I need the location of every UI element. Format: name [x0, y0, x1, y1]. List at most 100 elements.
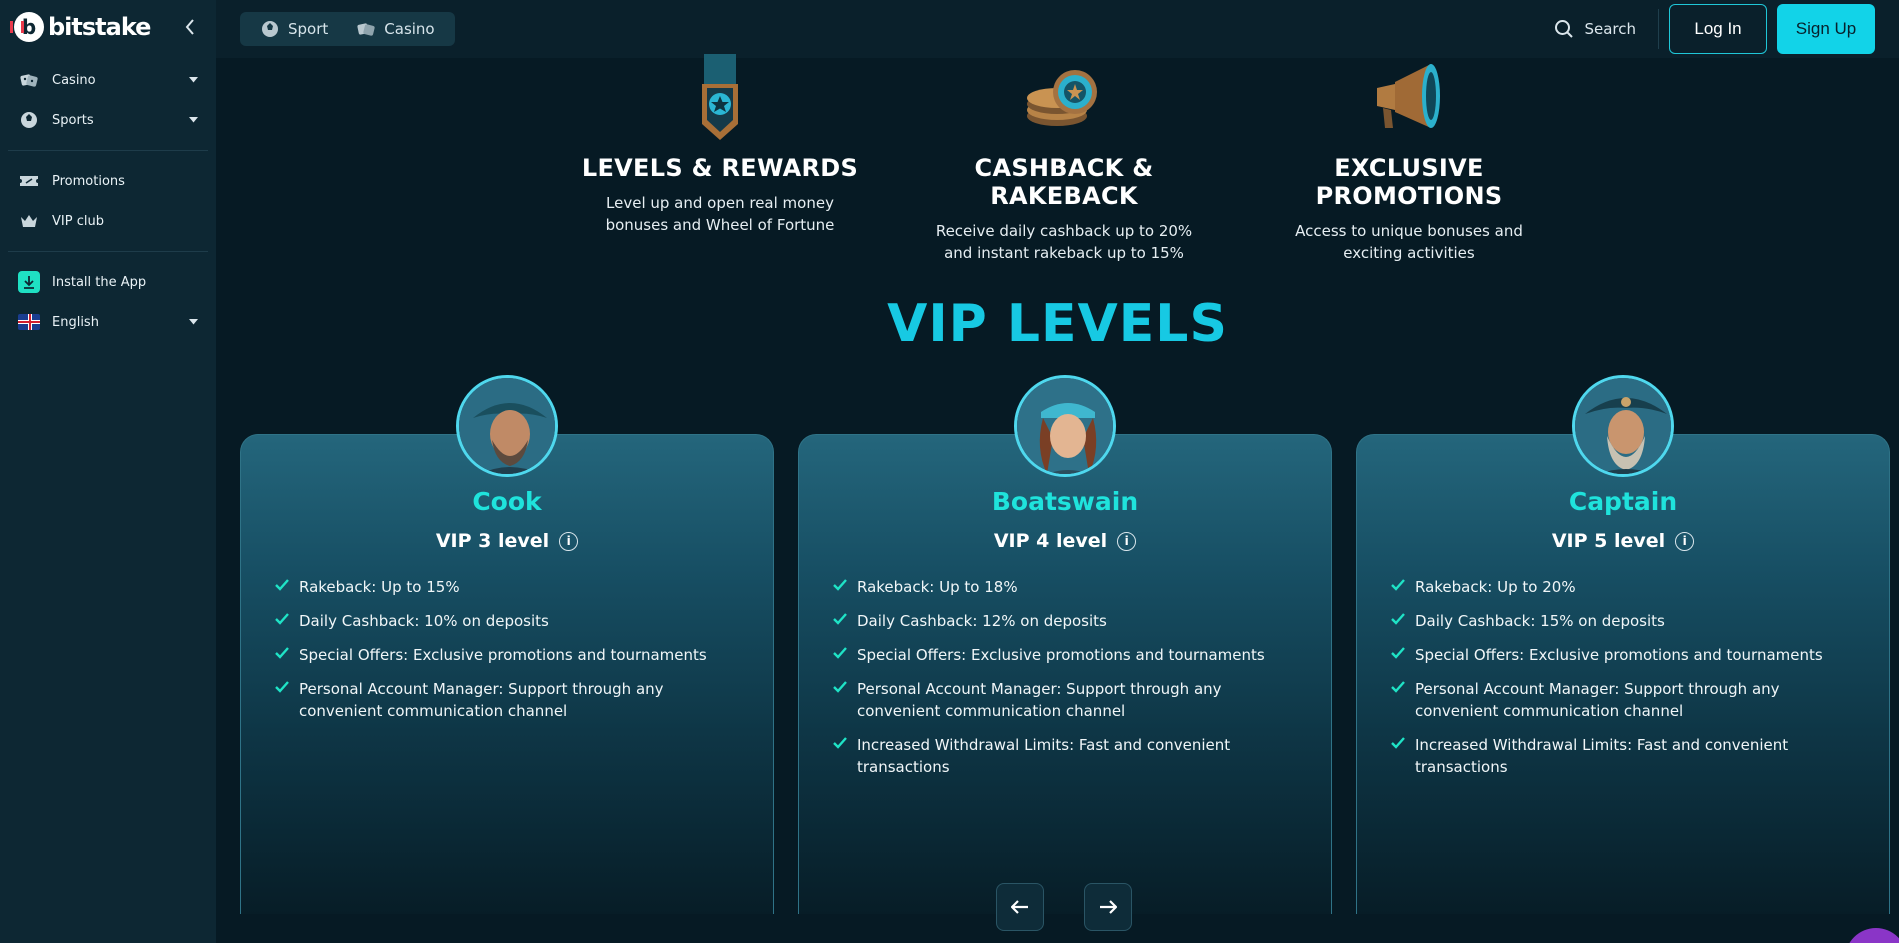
pirate-cook-avatar — [456, 375, 558, 477]
logo-row: b bitstake — [0, 0, 216, 54]
tab-label: Casino — [384, 20, 435, 38]
perk-text: Daily Cashback: 12% on deposits — [857, 612, 1107, 630]
medal-icon — [560, 54, 880, 148]
check-icon — [833, 681, 847, 693]
feature-text: Level up and open real money bonuses and… — [605, 194, 835, 234]
logo-text: bitstake — [48, 13, 151, 41]
language-selector[interactable]: English — [8, 302, 208, 342]
sidebar-item-sports[interactable]: Sports — [8, 100, 208, 140]
info-icon[interactable]: i — [1675, 531, 1695, 551]
check-icon — [1391, 647, 1405, 659]
login-button[interactable]: Log In — [1669, 4, 1767, 54]
sidebar-divider — [8, 251, 208, 252]
topbar-actions: Search Log In Sign Up — [1542, 4, 1875, 54]
sidebar: b bitstake Casino Sports Promotions VIP … — [0, 0, 216, 943]
sidebar-divider — [8, 150, 208, 151]
vip-rank-name: Cook — [472, 487, 542, 516]
check-icon — [1391, 681, 1405, 693]
dice-icon — [357, 23, 375, 36]
sidebar-item-label: Install the App — [52, 274, 147, 290]
sidebar-item-label: Promotions — [52, 173, 125, 189]
search-button[interactable]: Search — [1542, 19, 1648, 39]
sidebar-item-label: VIP club — [52, 213, 104, 229]
search-label: Search — [1584, 20, 1636, 38]
sidebar-item-casino[interactable]: Casino — [8, 60, 208, 100]
perk-item: Daily Cashback: 15% on deposits — [1391, 610, 1849, 632]
prev-button[interactable] — [996, 883, 1044, 931]
perk-text: Special Offers: Exclusive promotions and… — [857, 646, 1265, 664]
perk-item: Special Offers: Exclusive promotions and… — [1391, 644, 1849, 666]
vip-level-card-cook: Cook VIP 3 level i Rakeback: Up to 15% D… — [240, 375, 774, 914]
vip-level-row: VIP 3 level i — [241, 530, 773, 552]
feature-text: Receive daily cashback up to 20% and ins… — [935, 222, 1193, 262]
perk-text: Increased Withdrawal Limits: Fast and co… — [1415, 736, 1789, 776]
sidebar-item-promotions[interactable]: Promotions — [8, 161, 208, 201]
check-icon — [275, 647, 289, 659]
perk-item: Personal Account Manager: Support throug… — [275, 678, 733, 722]
perk-item: Rakeback: Up to 18% — [833, 576, 1291, 598]
sidebar-item-install-app[interactable]: Install the App — [8, 262, 208, 302]
chevron-left-icon — [185, 19, 194, 35]
perk-text: Personal Account Manager: Support throug… — [857, 680, 1222, 720]
download-icon — [18, 271, 40, 293]
sport-casino-switch: Sport Casino — [240, 12, 455, 46]
live-chat-button[interactable] — [1845, 928, 1899, 943]
perk-list: Rakeback: Up to 15% Daily Cashback: 10% … — [275, 576, 773, 722]
feature-levels-rewards: LEVELS & REWARDS Level up and open real … — [560, 54, 880, 236]
perk-text: Daily Cashback: 15% on deposits — [1415, 612, 1665, 630]
check-icon — [275, 579, 289, 591]
vip-level-card-boatswain: Boatswain VIP 4 level i Rakeback: Up to … — [798, 375, 1332, 914]
tab-casino[interactable]: Casino — [342, 12, 448, 46]
ball-icon — [262, 21, 278, 37]
megaphone-icon — [1249, 58, 1569, 148]
uk-flag-icon-wrap — [18, 311, 40, 333]
perk-text: Personal Account Manager: Support throug… — [299, 680, 664, 720]
info-icon[interactable]: i — [1117, 531, 1137, 551]
vip-levels-title: VIP LEVELS — [887, 294, 1228, 354]
ticket-icon — [18, 170, 40, 192]
language-label: English — [52, 314, 99, 330]
caret-down-icon — [188, 317, 198, 327]
logo-mark-icon: b — [10, 12, 44, 42]
perk-item: Increased Withdrawal Limits: Fast and co… — [833, 734, 1291, 778]
vip-level-row: VIP 4 level i — [799, 530, 1331, 552]
check-icon — [1391, 737, 1405, 749]
pirate-boatswain-avatar — [1014, 375, 1116, 477]
topbar-divider — [1658, 9, 1659, 49]
perk-item: Rakeback: Up to 15% — [275, 576, 733, 598]
feature-title: EXCLUSIVE PROMOTIONS — [1315, 154, 1503, 210]
nav-group-promo: Promotions VIP club — [0, 155, 216, 247]
perk-item: Daily Cashback: 12% on deposits — [833, 610, 1291, 632]
sidebar-item-label: Casino — [52, 72, 96, 88]
vip-level-label: VIP 3 level — [435, 530, 550, 552]
coins-icon — [904, 58, 1224, 148]
check-icon — [833, 737, 847, 749]
perk-item: Special Offers: Exclusive promotions and… — [833, 644, 1291, 666]
sidebar-item-vip-club[interactable]: VIP club — [8, 201, 208, 241]
download-icon-wrap — [18, 271, 40, 293]
signup-button[interactable]: Sign Up — [1777, 4, 1875, 54]
perk-text: Special Offers: Exclusive promotions and… — [1415, 646, 1823, 664]
nav-group-main: Casino Sports — [0, 54, 216, 146]
dice-icon — [18, 69, 40, 91]
logo[interactable]: b bitstake — [10, 12, 151, 42]
collapse-sidebar-button[interactable] — [178, 15, 202, 39]
perk-text: Daily Cashback: 10% on deposits — [299, 612, 549, 630]
tab-sport[interactable]: Sport — [246, 12, 342, 46]
perk-text: Increased Withdrawal Limits: Fast and co… — [857, 736, 1231, 776]
topbar: Sport Casino Search Log In Sign Up — [216, 0, 1899, 58]
next-button[interactable] — [1084, 883, 1132, 931]
perk-item: Personal Account Manager: Support throug… — [1391, 678, 1849, 722]
check-icon — [275, 613, 289, 625]
pirate-captain-avatar — [1572, 375, 1674, 477]
arrow-left-icon — [1011, 900, 1028, 914]
vip-rank-name: Captain — [1568, 487, 1678, 516]
vip-rank-name: Boatswain — [991, 487, 1139, 516]
perk-text: Rakeback: Up to 15% — [299, 578, 460, 596]
perk-item: Special Offers: Exclusive promotions and… — [275, 644, 733, 666]
feature-cashback-rakeback: CASHBACK & RAKEBACK Receive daily cashba… — [904, 58, 1224, 264]
sidebar-item-label: Sports — [52, 112, 94, 128]
info-icon[interactable]: i — [559, 531, 579, 551]
vip-page-content: LEVELS & REWARDS Level up and open real … — [216, 54, 1899, 943]
perk-item: Rakeback: Up to 20% — [1391, 576, 1849, 598]
